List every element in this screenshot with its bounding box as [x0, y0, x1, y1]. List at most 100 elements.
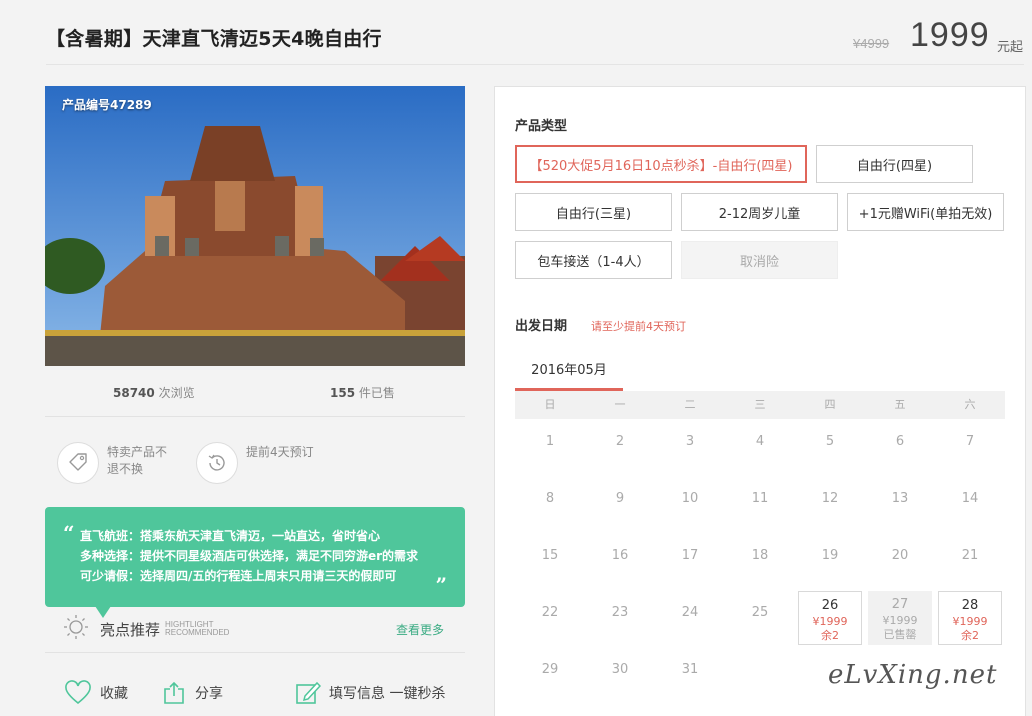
day-number: 30	[611, 662, 629, 677]
product-id: 产品编号47289	[62, 98, 152, 112]
calendar-day: 5	[798, 420, 862, 474]
sale-price: 1999	[910, 16, 990, 54]
weekday: 六	[964, 398, 976, 411]
calendar-month-tab[interactable]: 2016年05月	[515, 364, 623, 391]
product-type-label: 产品类型	[515, 119, 568, 134]
feature-label: 特卖产品不退不换	[107, 445, 168, 476]
weekday: 日	[544, 398, 556, 411]
option-3star[interactable]: 自由行(三星)	[515, 193, 672, 231]
day-number: 6	[895, 434, 905, 449]
day-number: 8	[545, 491, 555, 506]
day-number: 19	[821, 548, 839, 563]
day-number: 25	[751, 605, 769, 620]
tag-icon	[57, 442, 99, 484]
favorite-label: 收藏	[100, 686, 128, 702]
favorite-button[interactable]: 收藏	[64, 680, 128, 706]
calendar-day: 27 ¥1999 已售罄	[868, 591, 932, 645]
calendar-day: 15	[518, 534, 582, 588]
booking-panel: 产品类型 【520大促5月16日10点秒杀】-自由行(四星) 自由行(四星) 自…	[494, 86, 1026, 716]
day-number: 27	[891, 597, 909, 612]
day-number: 26	[821, 598, 839, 613]
calendar-day: 22	[518, 591, 582, 645]
calendar-day: 21	[938, 534, 1002, 588]
calendar-day: 4	[728, 420, 792, 474]
day-number: 16	[611, 548, 629, 563]
option-child[interactable]: 2-12周岁儿童	[681, 193, 838, 231]
day-number: 29	[541, 662, 559, 677]
share-label: 分享	[195, 686, 223, 702]
option-cancel-insurance: 取消险	[681, 241, 838, 279]
day-number: 18	[751, 548, 769, 563]
calendar-day: 6	[868, 420, 932, 474]
see-more-link[interactable]: 查看更多	[396, 621, 444, 638]
highlight-row: 亮点推荐 HIGHTLIGHT RECOMMENDED 查看更多	[62, 614, 464, 644]
calendar-day: 2	[588, 420, 652, 474]
watermark: eLvXing.net	[828, 660, 998, 690]
views-stat: 58740 次浏览	[113, 384, 195, 401]
day-number: 13	[891, 491, 909, 506]
sold-count: 155	[330, 386, 356, 400]
calendar-day: 13	[868, 477, 932, 531]
day-number: 12	[821, 491, 839, 506]
day-number: 7	[965, 434, 975, 449]
day-number: 4	[755, 434, 765, 449]
feature-advance-booking: 提前4天预订	[196, 442, 316, 484]
calendar-day: 9	[588, 477, 652, 531]
views-label: 次浏览	[154, 386, 195, 400]
day-number: 28	[961, 598, 979, 613]
calendar-day: 3	[658, 420, 722, 474]
option-wifi[interactable]: +1元赠WiFi(单拍无效)	[847, 193, 1004, 231]
price-unit: 元起	[997, 40, 1024, 55]
weekday: 五	[894, 398, 906, 411]
feature-label: 提前4天预订	[246, 445, 314, 459]
weekday: 四	[824, 398, 836, 411]
day-number: 5	[825, 434, 835, 449]
sold-label: 件已售	[355, 386, 395, 400]
calendar-day: 7	[938, 420, 1002, 474]
option-flash-sale-4star[interactable]: 【520大促5月16日10点秒杀】-自由行(四星)	[515, 145, 807, 183]
calendar-day: 25	[728, 591, 792, 645]
day-number: 10	[681, 491, 699, 506]
calendar-day[interactable]: 28 ¥1999 余2	[938, 591, 1002, 645]
calendar-day: 10	[658, 477, 722, 531]
product-photo[interactable]	[45, 86, 465, 366]
day-number: 24	[681, 605, 699, 620]
day-number: 31	[681, 662, 699, 677]
calendar-day: 23	[588, 591, 652, 645]
sold-stat: 155 件已售	[330, 384, 395, 401]
day-number: 14	[961, 491, 979, 506]
quote-line: 可少请假：选择周四/五的行程连上周末只用请三天的假即可	[80, 569, 397, 583]
divider	[45, 416, 465, 417]
share-icon	[164, 681, 184, 704]
day-availability: 已售罄	[883, 628, 917, 641]
calendar-day: 16	[588, 534, 652, 588]
calendar-day: 1	[518, 420, 582, 474]
day-availability: 余2	[961, 629, 979, 642]
day-number: 15	[541, 548, 559, 563]
day-price: ¥1999	[952, 615, 988, 628]
calendar-day: 17	[658, 534, 722, 588]
highlight-title: 亮点推荐	[100, 620, 161, 639]
original-price: ¥4999	[853, 36, 890, 51]
day-number: 1	[545, 434, 555, 449]
option-private-car[interactable]: 包车接送（1-4人）	[515, 241, 672, 279]
calendar-day: 30	[588, 648, 652, 702]
calendar-day: 18	[728, 534, 792, 588]
highlight-subtitle: HIGHTLIGHT RECOMMENDED	[165, 621, 229, 637]
calendar-day: 11	[728, 477, 792, 531]
quote-line: 直飞航班：搭乘东航天津直飞清迈，一站直达，省时省心	[80, 529, 381, 543]
option-4star[interactable]: 自由行(四星)	[816, 145, 973, 183]
weekday: 一	[614, 398, 626, 411]
header-divider	[46, 64, 1024, 65]
page-title: 【含暑期】天津直飞清迈5天4晚自由行	[46, 28, 382, 50]
weekday: 三	[754, 398, 766, 411]
advance-booking-note: 请至少提前4天预订	[591, 320, 686, 333]
departure-date-label: 出发日期	[515, 319, 568, 334]
book-now-button[interactable]: 填写信息 一键秒杀	[295, 680, 445, 706]
share-button[interactable]: 分享	[161, 680, 223, 706]
day-number: 9	[615, 491, 625, 506]
calendar-day[interactable]: 26 ¥1999 余2	[798, 591, 862, 645]
sun-icon	[62, 613, 90, 645]
day-number: 17	[681, 548, 699, 563]
edit-icon	[296, 681, 321, 704]
